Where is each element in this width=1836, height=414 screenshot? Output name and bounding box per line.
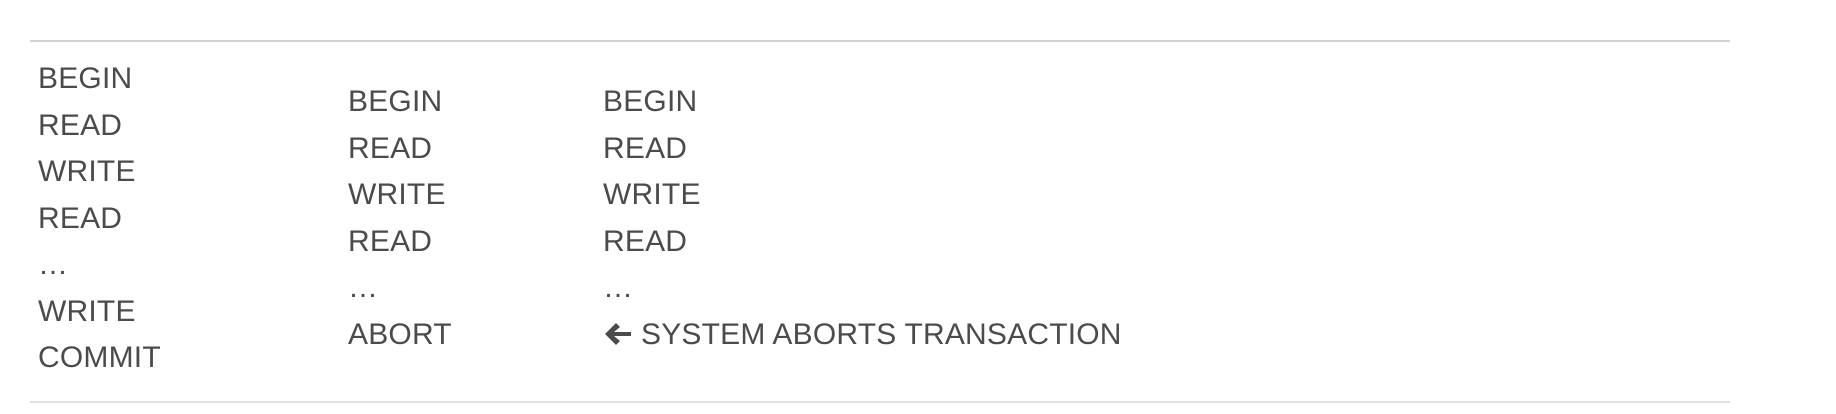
system-abort-line: SYSTEM ABORTS TRANSACTION [603,312,1122,359]
statement-write: WRITE [38,294,136,328]
statement-read: READ [348,224,433,258]
statement-write: WRITE [603,178,701,211]
bottom-divider [30,401,1730,403]
statement-begin: BEGIN [348,85,443,118]
transaction-column-commit: BEGIN READ WRITE READ … WRITE COMMIT [38,56,161,382]
statement-abort: ABORT [348,317,452,351]
statement-read: READ [38,201,123,235]
statement-commit: COMMIT [38,341,161,374]
statement-read: READ [603,224,688,258]
top-divider [30,40,1730,42]
transaction-column-system-abort: BEGIN READ WRITE READ … SYSTEM ABORTS TR… [603,79,1122,358]
statement-write: WRITE [348,178,446,211]
statement-write: WRITE [38,155,136,188]
statement-read: READ [348,131,433,165]
transaction-column-abort: BEGIN READ WRITE READ … ABORT [348,79,452,358]
arrow-left-icon [605,322,631,345]
statement-begin: BEGIN [38,62,133,95]
statement-begin: BEGIN [603,85,698,118]
system-abort-label: SYSTEM ABORTS TRANSACTION [641,317,1122,351]
statement-read: READ [38,108,123,142]
statement-ellipsis: … [348,271,379,304]
statement-ellipsis: … [38,248,69,281]
statement-read: READ [603,131,688,165]
statement-ellipsis: … [603,271,634,304]
